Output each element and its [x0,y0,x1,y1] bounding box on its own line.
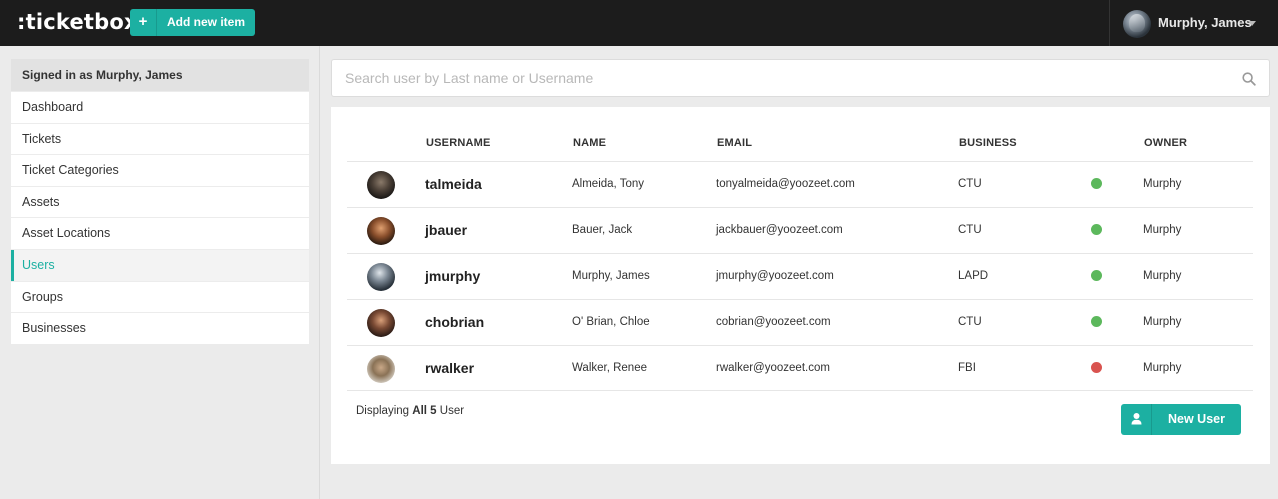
user-owner: Murphy [1143,224,1182,236]
status-dot [1091,316,1102,327]
user-name: Bauer, Jack [572,224,633,236]
user-email: jmurphy@yoozeet.com [716,270,834,282]
user-icon [1121,404,1152,435]
user-owner: Murphy [1143,316,1182,328]
user-name: Murphy, James [572,270,650,282]
user-owner: Murphy [1143,362,1182,374]
user-owner: Murphy [1143,270,1182,282]
displaying-suffix: User [439,405,465,417]
sidebar-item-ticket-categories[interactable]: Ticket Categories [11,154,309,186]
user-name: O' Brian, Chloe [572,316,650,328]
username[interactable]: talmeida [425,176,482,192]
sidebar: Signed in as Murphy, James Dashboard Tic… [11,59,309,344]
sidebar-item-assets[interactable]: Assets [11,185,309,218]
status-dot [1091,178,1102,189]
username[interactable]: chobrian [425,314,484,330]
user-business: CTU [958,224,982,236]
signed-in-header: Signed in as Murphy, James [11,59,309,91]
plus-icon: + [130,9,157,36]
sidebar-item-businesses[interactable]: Businesses [11,312,309,344]
user-business: CTU [958,178,982,190]
avatar [1123,10,1151,38]
user-business: CTU [958,316,982,328]
table-row[interactable]: rwalker Walker, Renee rwalker@yoozeet.co… [347,345,1253,391]
username[interactable]: rwalker [425,360,474,376]
new-user-button[interactable]: New User [1121,404,1241,435]
status-dot [1091,224,1102,235]
column-header-name[interactable]: NAME [573,137,606,149]
users-panel: USERNAME NAME EMAIL BUSINESS OWNER talme… [331,107,1270,464]
user-business: FBI [958,362,976,374]
status-dot [1091,362,1102,373]
user-email: tonyalmeida@yoozeet.com [716,178,855,190]
search-icon[interactable] [1242,72,1256,86]
user-menu-name: Murphy, James [1158,15,1252,30]
user-owner: Murphy [1143,178,1182,190]
app-logo[interactable]: :ticketbox [17,10,138,34]
displaying-prefix: Displaying [356,405,410,417]
user-business: LAPD [958,270,989,282]
displaying-count: Displaying All 5 User [356,405,464,417]
sidebar-item-tickets[interactable]: Tickets [11,122,309,155]
search-bar [331,59,1270,97]
caret-down-icon [1248,21,1256,26]
user-email: cobrian@yoozeet.com [716,316,831,328]
column-header-business[interactable]: BUSINESS [959,137,1017,149]
user-email: rwalker@yoozeet.com [716,362,830,374]
sidebar-item-groups[interactable]: Groups [11,280,309,313]
avatar [367,171,395,199]
column-header-username[interactable]: USERNAME [426,137,491,149]
table-row[interactable]: jmurphy Murphy, James jmurphy@yoozeet.co… [347,253,1253,299]
sidebar-item-asset-locations[interactable]: Asset Locations [11,217,309,249]
username[interactable]: jmurphy [425,268,480,284]
column-header-owner[interactable]: OWNER [1144,137,1187,149]
table-row[interactable]: talmeida Almeida, Tony tonyalmeida@yooze… [347,161,1253,207]
top-navbar: :ticketbox + Add new item Murphy, James [0,0,1278,46]
avatar [367,309,395,337]
add-new-item-label: Add new item [166,15,245,29]
table-row[interactable]: jbauer Bauer, Jack jackbauer@yoozeet.com… [347,207,1253,253]
sidebar-item-dashboard[interactable]: Dashboard [11,91,309,123]
user-name: Almeida, Tony [572,178,645,190]
username[interactable]: jbauer [425,222,467,238]
new-user-label: New User [1168,412,1225,426]
avatar [367,217,395,245]
table-row[interactable]: chobrian O' Brian, Chloe cobrian@yoozeet… [347,299,1253,345]
user-name: Walker, Renee [572,362,647,374]
sidebar-item-users[interactable]: Users [11,248,309,281]
status-dot [1091,270,1102,281]
add-new-item-button[interactable]: + Add new item [130,9,255,36]
user-menu[interactable]: Murphy, James [1109,0,1278,46]
column-header-email[interactable]: EMAIL [717,137,752,149]
displaying-total: All 5 [412,405,437,417]
search-input[interactable] [332,60,1222,96]
avatar [367,263,395,291]
avatar [367,355,395,383]
user-email: jackbauer@yoozeet.com [716,224,843,236]
